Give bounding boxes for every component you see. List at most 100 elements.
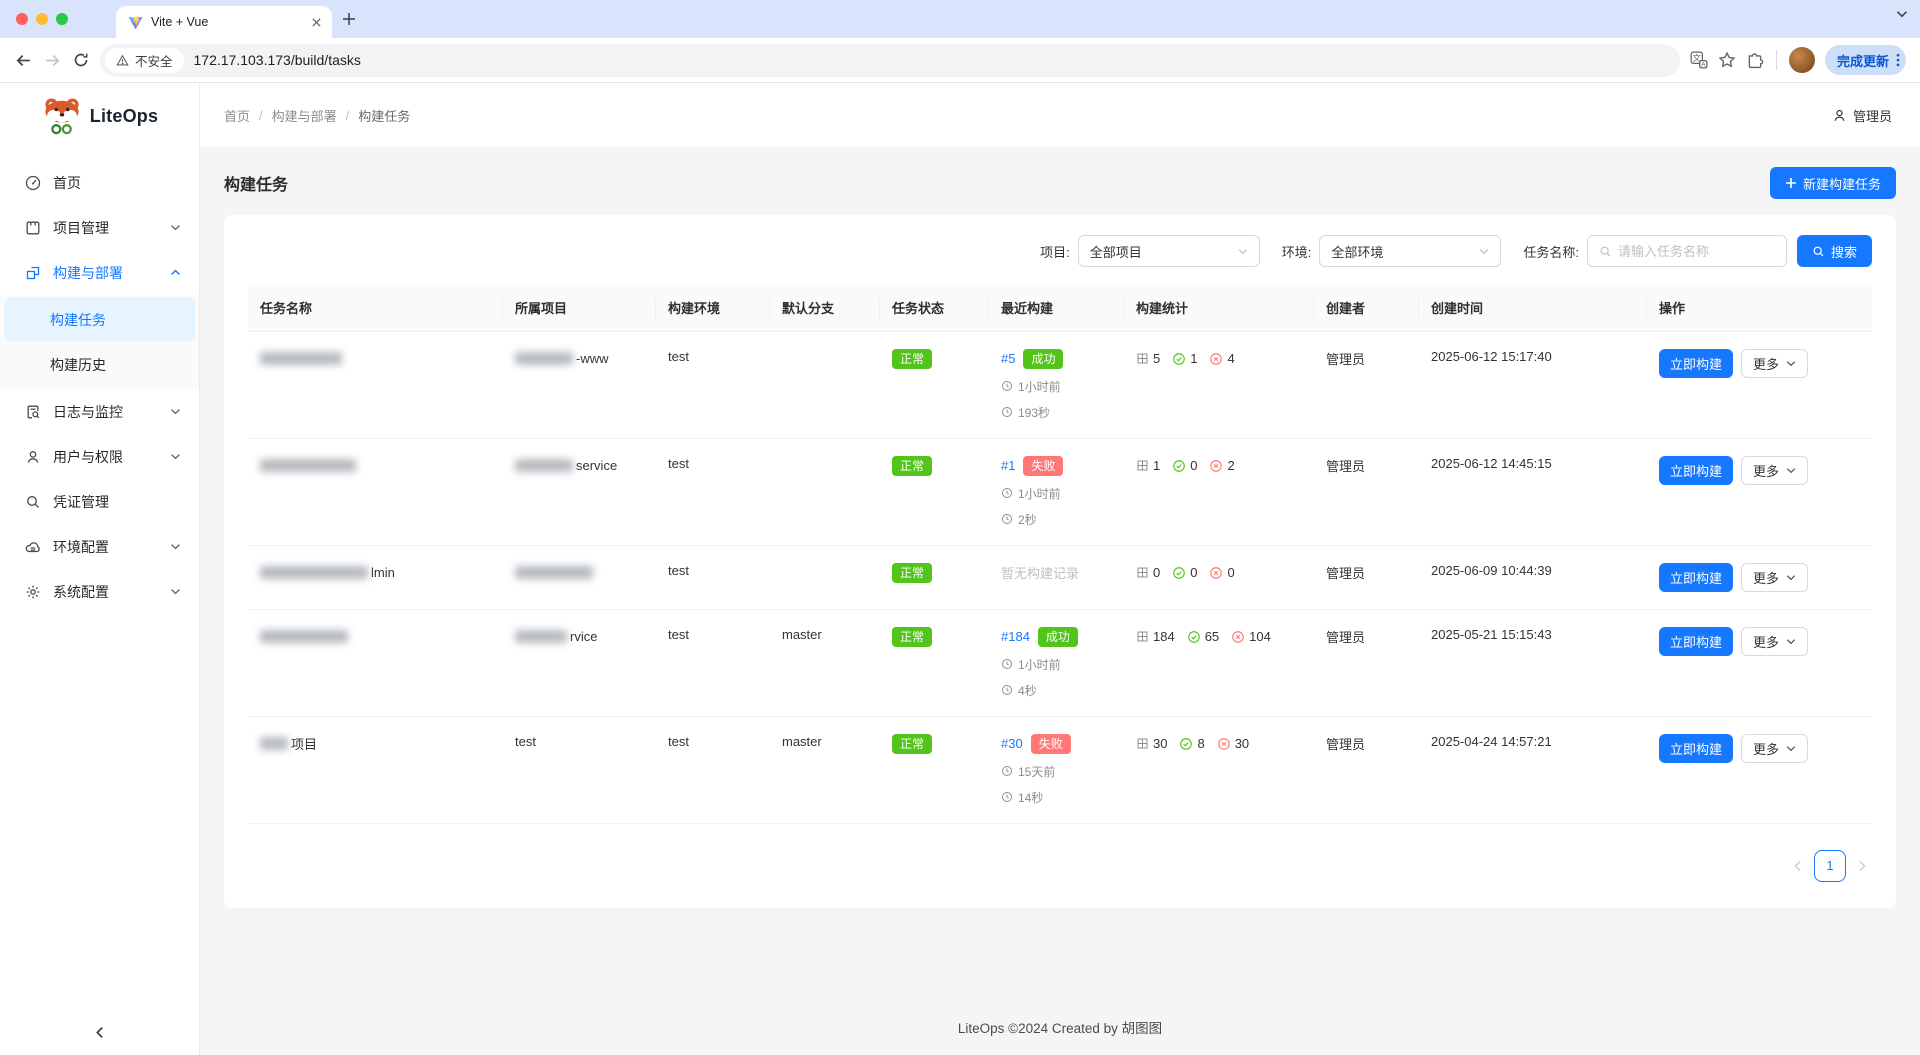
sidebar-item-label: 首页 (53, 173, 81, 193)
tab-search-chevron-icon[interactable] (1896, 10, 1908, 18)
search-icon (1812, 245, 1825, 258)
builds-fail: 0 (1227, 565, 1234, 580)
builds-total-icon (1136, 352, 1149, 365)
extensions-icon[interactable] (1746, 51, 1764, 69)
breadcrumb-build-deploy[interactable]: 构建与部署 (272, 106, 337, 125)
search-icon (1599, 245, 1612, 258)
build-now-button[interactable]: 立即构建 (1659, 734, 1733, 763)
prev-page-button[interactable] (1792, 860, 1804, 872)
more-button[interactable]: 更多 (1741, 627, 1808, 656)
close-window-button[interactable] (16, 13, 28, 25)
profile-avatar[interactable] (1789, 47, 1815, 73)
sidebar-item-build-tasks[interactable]: 构建任务 (4, 297, 195, 342)
fail-circle-icon (1231, 630, 1245, 644)
chevron-down-icon (170, 543, 181, 550)
security-chip[interactable]: 不安全 (105, 48, 184, 73)
task-name-input[interactable] (1618, 244, 1775, 259)
forward-button[interactable] (43, 51, 62, 70)
task-card: 项目: 全部项目 环境: 全部环境 (224, 215, 1896, 908)
chrome-update-button[interactable]: 完成更新 (1825, 45, 1906, 75)
footer-text: LiteOps ©2024 Created by 胡图图 (224, 991, 1896, 1055)
url-text[interactable]: 172.17.103.173/build/tasks (194, 52, 361, 68)
status-badge: 正常 (892, 349, 932, 369)
project-select[interactable]: 全部项目 (1078, 235, 1260, 267)
build-now-button[interactable]: 立即构建 (1659, 456, 1733, 485)
builds-total-icon (1136, 630, 1149, 643)
sidebar-item-projects[interactable]: 项目管理 (0, 205, 199, 250)
filter-row: 项目: 全部项目 环境: 全部环境 (248, 235, 1872, 267)
redacted-project-name (515, 459, 573, 472)
next-page-button[interactable] (1856, 860, 1868, 872)
chevron-down-icon (1238, 248, 1248, 255)
build-number-link[interactable]: #1 (1001, 458, 1015, 473)
search-button[interactable]: 搜索 (1797, 235, 1872, 267)
cloud-icon (25, 539, 41, 555)
chevron-down-icon (170, 408, 181, 415)
new-tab-button[interactable] (342, 12, 356, 26)
new-build-task-button[interactable]: 新建构建任务 (1770, 167, 1896, 199)
breadcrumb-home[interactable]: 首页 (224, 106, 250, 125)
sidebar-item-label: 构建与部署 (53, 263, 123, 283)
sidebar-item-home[interactable]: 首页 (0, 160, 199, 205)
fail-circle-icon (1209, 566, 1223, 580)
env-select[interactable]: 全部环境 (1319, 235, 1501, 267)
plus-icon (1785, 177, 1797, 189)
kebab-menu-icon[interactable] (1896, 53, 1900, 67)
build-now-button[interactable]: 立即构建 (1659, 349, 1733, 378)
more-button[interactable]: 更多 (1741, 456, 1808, 485)
redacted-task-name (260, 630, 348, 643)
build-stats: 5 1 4 (1136, 349, 1302, 369)
bookmark-star-icon[interactable] (1718, 51, 1736, 69)
task-name: lmin (371, 565, 395, 580)
timer-icon (1001, 513, 1013, 525)
build-number-link[interactable]: #184 (1001, 629, 1030, 644)
sidebar-item-credentials[interactable]: 凭证管理 (0, 479, 199, 524)
maximize-window-button[interactable] (56, 13, 68, 25)
title-row: 构建任务 新建构建任务 (224, 167, 1896, 199)
address-bar[interactable]: 不安全 172.17.103.173/build/tasks (100, 44, 1680, 77)
build-number-link[interactable]: #30 (1001, 736, 1023, 751)
timer-icon (1001, 684, 1013, 696)
tab-close-icon[interactable] (311, 17, 322, 28)
header-user[interactable]: 管理员 (1832, 106, 1892, 125)
build-submenu: 构建任务 构建历史 (0, 295, 199, 389)
fail-circle-icon (1217, 737, 1231, 751)
sidebar-item-build-history[interactable]: 构建历史 (0, 342, 199, 387)
no-build-record: 暂无构建记录 (1001, 566, 1079, 581)
sidebar-item-users-permissions[interactable]: 用户与权限 (0, 434, 199, 479)
more-label: 更多 (1753, 354, 1779, 373)
more-label: 更多 (1753, 568, 1779, 587)
page-title: 构建任务 (224, 171, 288, 195)
browser-tab[interactable]: Vite + Vue (116, 6, 332, 38)
builds-total: 184 (1153, 629, 1175, 644)
breadcrumb-separator: / (259, 108, 263, 123)
sidebar-collapse-button[interactable] (93, 1026, 106, 1039)
col-recent-build: 最近构建 (989, 285, 1124, 331)
more-button[interactable]: 更多 (1741, 349, 1808, 378)
sidebar-item-system-settings[interactable]: 系统配置 (0, 569, 199, 614)
more-label: 更多 (1753, 632, 1779, 651)
reload-button[interactable] (72, 51, 90, 69)
sidebar-item-environments[interactable]: 环境配置 (0, 524, 199, 569)
task-name-input-wrap (1587, 235, 1787, 267)
build-now-button[interactable]: 立即构建 (1659, 563, 1733, 592)
build-number-link[interactable]: #5 (1001, 351, 1015, 366)
app-logo[interactable]: LiteOps (0, 83, 199, 146)
new-build-task-label: 新建构建任务 (1803, 174, 1881, 193)
redacted-task-name (260, 352, 342, 365)
project-name: -www (576, 351, 609, 366)
sidebar-item-logs-monitoring[interactable]: 日志与监控 (0, 389, 199, 434)
logo-text: LiteOps (90, 106, 158, 127)
page-number[interactable]: 1 (1814, 850, 1846, 882)
build-now-button[interactable]: 立即构建 (1659, 627, 1733, 656)
sidebar-item-build-deploy[interactable]: 构建与部署 (0, 250, 199, 295)
builds-total: 1 (1153, 458, 1160, 473)
builds-fail: 30 (1235, 736, 1249, 751)
more-button[interactable]: 更多 (1741, 734, 1808, 763)
minimize-window-button[interactable] (36, 13, 48, 25)
more-button[interactable]: 更多 (1741, 563, 1808, 592)
creator: 管理员 (1326, 737, 1365, 752)
builds-success: 0 (1190, 458, 1197, 473)
translate-icon[interactable]: 文 A (1690, 51, 1708, 69)
back-button[interactable] (14, 51, 33, 70)
